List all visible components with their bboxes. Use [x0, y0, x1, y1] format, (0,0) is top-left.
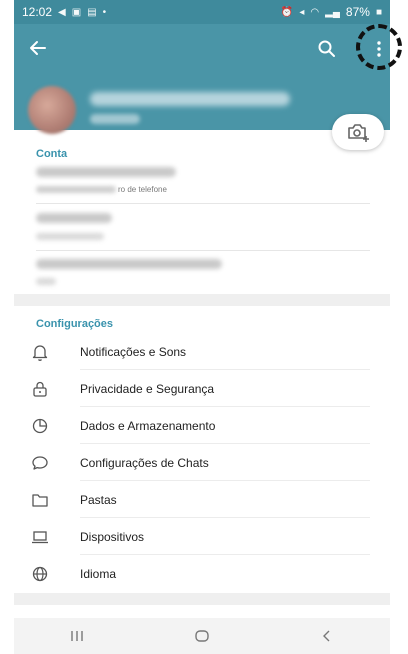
recent-apps-icon: [70, 631, 83, 641]
back-button[interactable]: [26, 38, 50, 62]
profile-header: [14, 24, 390, 134]
account-section-title: Conta: [36, 148, 68, 160]
settings-item-label: Notificações e Sons: [80, 344, 187, 359]
chat-bubble-icon: [32, 455, 48, 470]
folder-icon: [32, 493, 48, 507]
settings-list: Notificações e Sons Privacidade e Segura…: [14, 333, 390, 592]
settings-item-chat-settings[interactable]: Configurações de Chats: [14, 444, 390, 481]
search-button[interactable]: [316, 38, 340, 62]
settings-item-folders[interactable]: Pastas: [14, 481, 390, 518]
recent-apps-button[interactable]: [57, 624, 97, 648]
status-bar: 12:02 ◀ ▣ ▤ • ⏰ ◂ ◠ ▂▄ 87% ■: [14, 0, 390, 24]
send-icon: ◀: [58, 6, 66, 18]
divider: [36, 203, 370, 204]
system-back-button[interactable]: [307, 624, 347, 648]
settings-section-title: Configurações: [36, 318, 114, 330]
arrow-left-icon: [30, 41, 46, 55]
home-icon: [195, 630, 209, 642]
settings-item-devices[interactable]: Dispositivos: [14, 518, 390, 555]
settings-item-privacy[interactable]: Privacidade e Segurança: [14, 370, 390, 407]
settings-item-label: Dispositivos: [80, 529, 145, 544]
settings-item-label: Pastas: [80, 492, 117, 507]
menu-highlight-annotation: [356, 24, 402, 70]
mute-icon: ◂: [299, 6, 305, 18]
laptop-icon: [32, 530, 48, 543]
lock-icon: [33, 381, 47, 397]
settings-item-data-storage[interactable]: Dados e Armazenamento: [14, 407, 390, 444]
settings-item-label: Privacidade e Segurança: [80, 381, 215, 396]
search-icon: [318, 40, 335, 57]
settings-item-label: Idioma: [80, 566, 117, 581]
battery-level: 87%: [345, 5, 370, 19]
wifi-icon: ◠: [310, 6, 320, 18]
profile-name-redacted: [90, 92, 290, 106]
globe-icon: [32, 566, 48, 581]
bio-caption-redacted: [36, 278, 56, 285]
section-gap: [14, 294, 390, 306]
system-nav-bar: [14, 618, 390, 654]
message-icon: ▤: [87, 6, 97, 18]
profile-status-redacted: [90, 114, 140, 124]
bell-icon: [32, 344, 48, 361]
chevron-left-icon: [323, 630, 330, 642]
alarm-icon: ⏰: [280, 6, 294, 18]
username-redacted[interactable]: [36, 213, 112, 223]
set-photo-button[interactable]: [332, 114, 384, 150]
avatar[interactable]: [28, 86, 76, 134]
home-button[interactable]: [182, 624, 222, 648]
section-gap: [14, 593, 390, 605]
username-caption-redacted: [36, 233, 104, 240]
phone-caption: ro de telefone: [36, 185, 167, 194]
signal-icon: ▂▄: [325, 6, 340, 18]
settings-item-language[interactable]: Idioma: [14, 555, 390, 592]
battery-icon: ■: [375, 6, 382, 18]
divider: [36, 250, 370, 251]
settings-item-label: Dados e Armazenamento: [80, 418, 216, 433]
pie-chart-icon: [32, 418, 48, 433]
status-time: 12:02: [22, 5, 53, 19]
settings-item-label: Configurações de Chats: [80, 455, 209, 470]
settings-item-notifications[interactable]: Notificações e Sons: [14, 333, 390, 370]
phone-number-redacted[interactable]: [36, 167, 176, 177]
image-icon: ▣: [71, 6, 82, 18]
bio-redacted[interactable]: [36, 259, 222, 269]
dot-icon: •: [102, 6, 107, 18]
camera-add-icon: [348, 124, 369, 142]
